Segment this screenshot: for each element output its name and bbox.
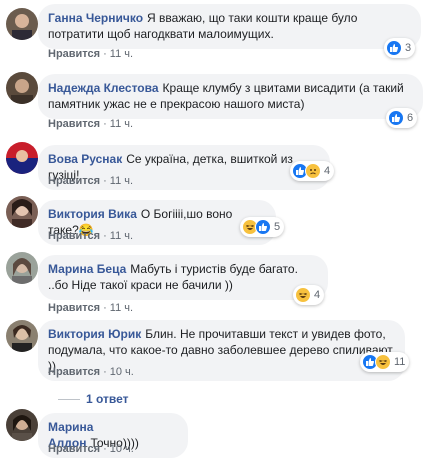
timestamp[interactable]: 11 ч.: [110, 302, 133, 314]
replies-label: 1 ответ: [86, 392, 129, 406]
comment-meta: Нравится · 11 ч.: [48, 230, 133, 242]
timestamp[interactable]: 11 ч.: [110, 48, 133, 60]
comment-author[interactable]: Виктория Вика: [48, 207, 137, 221]
separator: ·: [103, 175, 107, 187]
reply-connector-line: [58, 399, 80, 401]
timestamp[interactable]: 10 ч.: [110, 443, 134, 455]
avatar[interactable]: [6, 196, 38, 228]
like-link[interactable]: Нравится: [48, 175, 100, 187]
reactions-summary[interactable]: 5: [240, 217, 285, 237]
comment-meta: Нравится · 10 ч.: [48, 366, 134, 378]
like-link[interactable]: Нравится: [48, 48, 100, 60]
avatar[interactable]: [6, 320, 38, 352]
reaction-count: 4: [314, 289, 321, 301]
separator: ·: [103, 302, 107, 314]
comment-meta: Нравится · 11 ч.: [48, 302, 133, 314]
haha-reaction-icon: [375, 354, 391, 370]
reactions-summary[interactable]: 3: [384, 38, 416, 58]
reactions-summary[interactable]: 6: [386, 108, 418, 128]
separator: ·: [103, 443, 107, 455]
reaction-count: 3: [405, 42, 412, 54]
avatar[interactable]: [6, 252, 38, 284]
like-link[interactable]: Нравится: [48, 230, 100, 242]
timestamp[interactable]: 11 ч.: [110, 175, 133, 187]
like-reaction-icon: [388, 110, 404, 126]
comment-author[interactable]: Ганна Черничко: [48, 11, 143, 25]
timestamp[interactable]: 11 ч.: [110, 118, 133, 130]
comment-meta: Нравится · 11 ч.: [48, 175, 133, 187]
separator: ·: [103, 366, 107, 378]
reaction-count: 4: [324, 165, 331, 177]
reaction-count: 5: [274, 221, 281, 233]
like-reaction-icon: [386, 40, 402, 56]
timestamp[interactable]: 10 ч.: [110, 366, 134, 378]
comment-meta: Нравится · 11 ч.: [48, 48, 133, 60]
like-link[interactable]: Нравится: [48, 443, 100, 455]
haha-reaction-icon: [295, 287, 311, 303]
like-link[interactable]: Нравится: [48, 302, 100, 314]
timestamp[interactable]: 11 ч.: [110, 230, 133, 242]
like-link[interactable]: Нравится: [48, 118, 100, 130]
comment-bubble: Марина Беца Мабуть і туристів буде багато…: [38, 255, 328, 300]
comment-author[interactable]: Марина Беца: [48, 262, 126, 276]
like-reaction-icon: [255, 219, 271, 235]
sad-reaction-icon: [305, 163, 321, 179]
reactions-summary[interactable]: 11: [360, 352, 410, 372]
comment-author[interactable]: Виктория Юрик: [48, 327, 141, 341]
comment-bubble: Надежда Клестова Краще клумбу з цвитами в…: [38, 74, 423, 119]
comment-author[interactable]: Вова Руснак: [48, 152, 122, 166]
avatar[interactable]: [6, 8, 38, 40]
separator: ·: [103, 118, 107, 130]
reaction-count: 11: [394, 356, 406, 368]
comment-meta: Нравится · 11 ч.: [48, 118, 133, 130]
avatar[interactable]: [6, 142, 38, 174]
avatar[interactable]: [6, 72, 38, 104]
view-replies-link[interactable]: 1 ответ: [58, 392, 129, 406]
comment-bubble: Ганна Черничко Я вважаю, що таки кошти кр…: [38, 4, 421, 49]
avatar[interactable]: [6, 409, 38, 441]
separator: ·: [103, 48, 107, 60]
separator: ·: [103, 230, 107, 242]
comment-meta: Нравится · 10 ч.: [48, 443, 134, 455]
reactions-summary[interactable]: 4: [290, 161, 335, 181]
like-link[interactable]: Нравится: [48, 366, 100, 378]
reaction-count: 6: [407, 112, 414, 124]
reactions-summary[interactable]: 4: [293, 285, 325, 305]
comment-author[interactable]: Надежда Клестова: [48, 81, 159, 95]
